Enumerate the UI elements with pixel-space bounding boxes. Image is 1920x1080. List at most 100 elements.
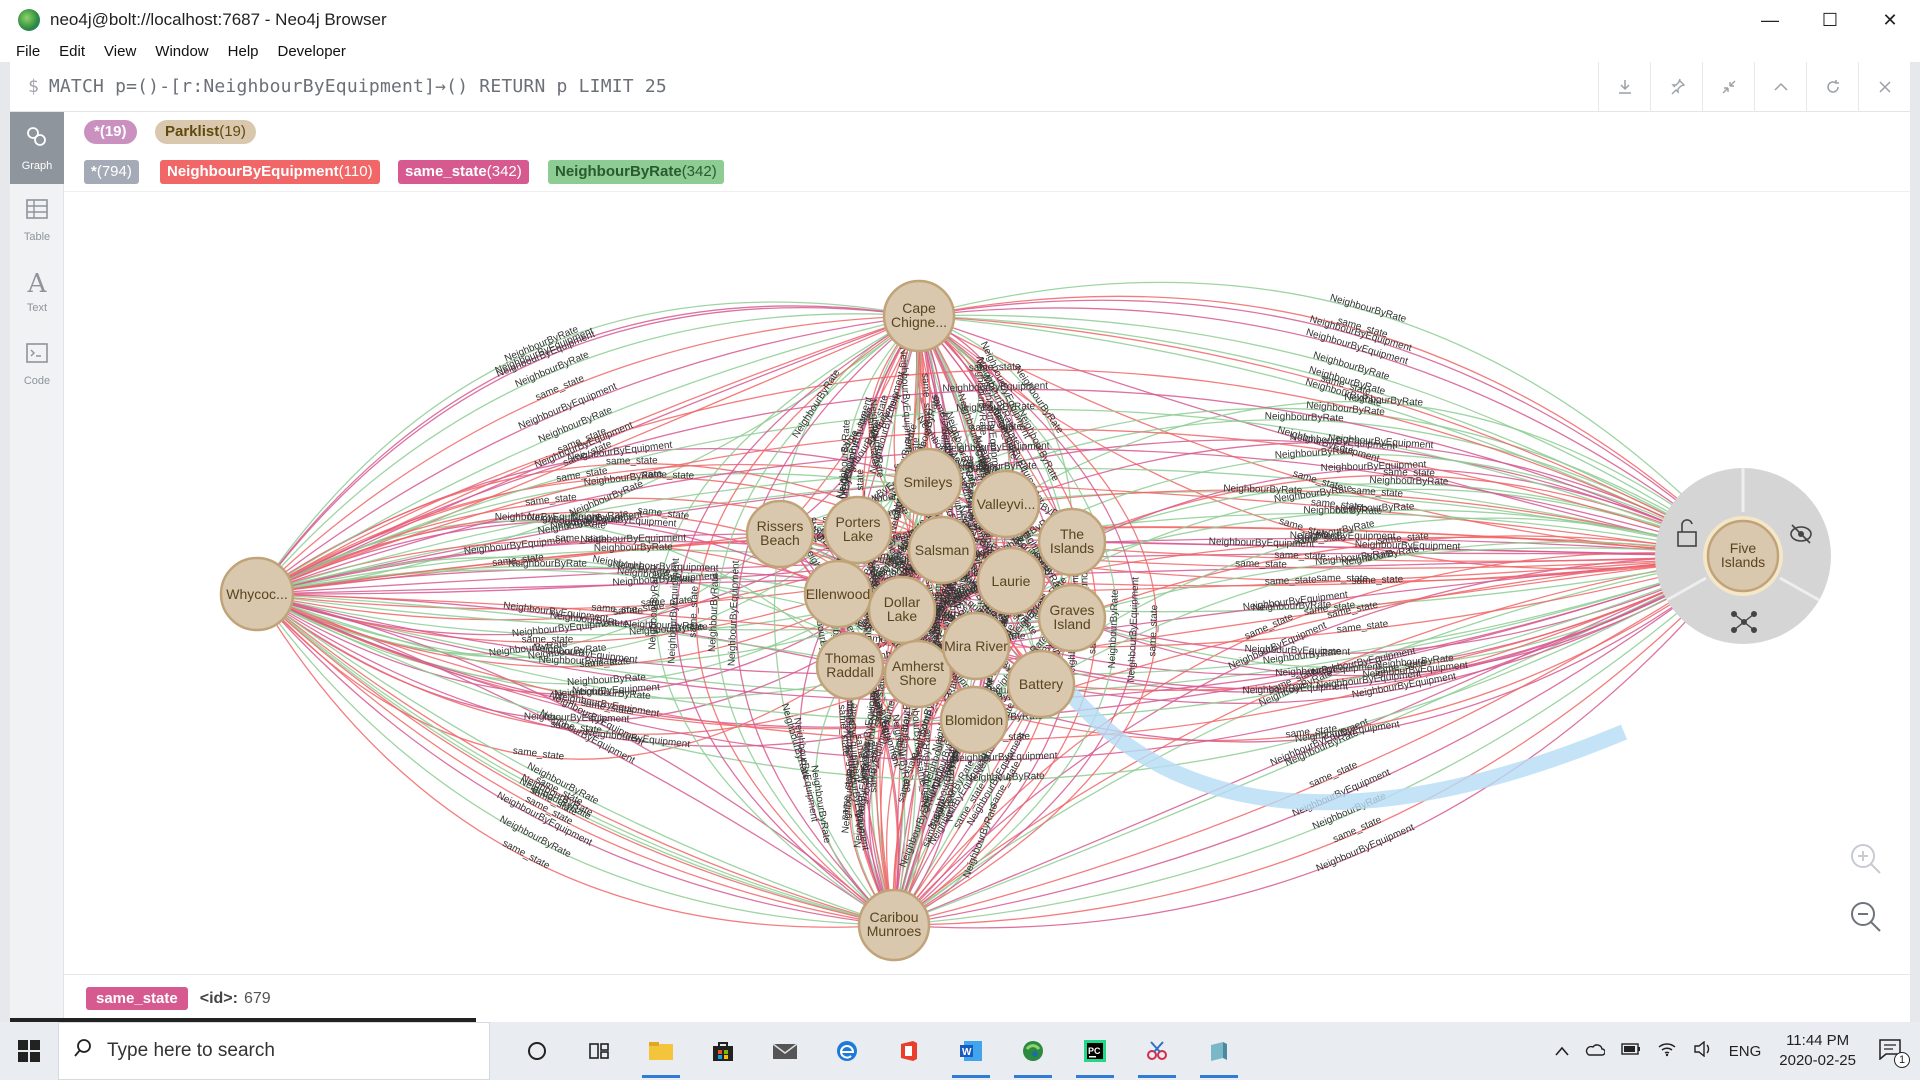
legend-node-parklist[interactable]: Parklist(19) (155, 120, 256, 144)
collapse-icon[interactable] (1702, 62, 1754, 112)
minimize-button[interactable]: — (1740, 0, 1800, 40)
relationship-labels-layer: same_state NeighbourByEquipment NeighbourB… (463, 292, 1468, 879)
taskbar-search-placeholder: Type here to search (107, 1040, 275, 1061)
graph-svg[interactable]: same_state NeighbourByEquipment NeighbourB… (64, 192, 1910, 974)
node-amherst[interactable]: AmherstShore (883, 639, 953, 709)
node-caption: Shore (899, 672, 937, 688)
mail-icon[interactable] (754, 1022, 816, 1080)
windows-start-icon[interactable] (0, 1022, 58, 1080)
node-caribou[interactable]: CaribouMunroes (857, 888, 931, 962)
show-hidden-icons-icon[interactable] (1555, 1043, 1569, 1060)
clock[interactable]: 11:44 PM 2020-02-25 (1779, 1031, 1856, 1071)
legend-rel-neighbourbyrate[interactable]: NeighbourByRate(342) (548, 160, 724, 184)
notification-center-icon[interactable]: 1 (1878, 1038, 1910, 1068)
task-view-icon[interactable] (568, 1022, 630, 1080)
relationship-label: same_state (1351, 574, 1403, 587)
legend-rel-neighbourbyequipment[interactable]: NeighbourByEquipment(110) (160, 160, 380, 184)
view-code-tab[interactable]: Code (10, 328, 64, 400)
zoom-in-icon[interactable] (1849, 842, 1899, 892)
legend-node-all[interactable]: *(19) (84, 120, 137, 144)
menu-window[interactable]: Window (155, 43, 208, 60)
node-thomas[interactable]: ThomasRaddall (815, 631, 885, 701)
zoom-out-icon[interactable] (1849, 900, 1899, 950)
volume-icon[interactable] (1693, 1040, 1713, 1061)
node-whycoc[interactable]: Whycoc... (219, 556, 295, 632)
node-caption: Blomidon (945, 712, 1003, 728)
relationship-label: same_state (555, 533, 607, 545)
query-text[interactable]: MATCH p=()-[r:NeighbourByEquipment]→() R… (49, 76, 667, 97)
relationship-label: NeighbourByRate (1107, 589, 1121, 669)
node-caption: Ellenwood (806, 586, 871, 602)
chevron-up-icon[interactable] (1754, 62, 1806, 112)
menu-view[interactable]: View (104, 43, 136, 60)
language-indicator[interactable]: ENG (1729, 1043, 1762, 1060)
onedrive-icon[interactable] (1585, 1042, 1606, 1060)
menu-edit[interactable]: Edit (59, 43, 85, 60)
view-text-tab[interactable]: A Text (10, 256, 64, 328)
relationship-label: NeighbourByRate (966, 771, 1046, 784)
node-graves[interactable]: GravesIsland (1037, 583, 1107, 653)
office-icon[interactable] (878, 1022, 940, 1080)
close-window-button[interactable]: ✕ (1860, 0, 1920, 40)
store-icon[interactable] (692, 1022, 754, 1080)
node-caption: Valleyvi... (977, 496, 1036, 512)
maximize-button[interactable]: ☐ (1800, 0, 1860, 40)
legend-rel-same-state[interactable]: same_state(342) (398, 160, 529, 184)
app-window-icon[interactable] (1188, 1022, 1250, 1080)
node-salsman[interactable]: Salsman (907, 515, 977, 585)
refresh-icon[interactable] (1806, 62, 1858, 112)
word-icon[interactable]: W (940, 1022, 1002, 1080)
menu-file[interactable]: File (16, 43, 40, 60)
edge-browser-icon[interactable] (816, 1022, 878, 1080)
file-explorer-icon[interactable] (630, 1022, 692, 1080)
close-icon[interactable] (1858, 62, 1910, 112)
relationship-label: same_state (1265, 574, 1318, 587)
selected-rel-type-tag[interactable]: same_state (86, 987, 188, 1010)
node-caption: Raddall (826, 664, 873, 680)
relationship-label: same_state (1336, 619, 1389, 636)
node-caption: Salsman (915, 542, 969, 558)
node-theislands[interactable]: TheIslands (1037, 507, 1107, 577)
graph-icon (25, 125, 49, 156)
query-editor[interactable]: $ MATCH p=()-[r:NeighbourByEquipment]→()… (10, 62, 1910, 112)
view-graph-tab[interactable]: Graph (10, 112, 64, 184)
snip-tool-icon[interactable] (1126, 1022, 1188, 1080)
menu-help[interactable]: Help (228, 43, 259, 60)
node-valley[interactable]: Valleyvi... (971, 469, 1041, 539)
node-caption: Munroes (867, 923, 921, 939)
wifi-icon[interactable] (1657, 1041, 1677, 1061)
node-cape[interactable]: CapeChigne... (882, 279, 956, 353)
cortana-icon[interactable] (506, 1022, 568, 1080)
pycharm-icon[interactable]: PC (1064, 1022, 1126, 1080)
clock-time: 11:44 PM (1786, 1032, 1850, 1049)
node-rissers[interactable]: RissersBeach (745, 499, 815, 569)
neo4j-taskbar-icon[interactable] (1002, 1022, 1064, 1080)
graph-canvas[interactable]: same_state NeighbourByEquipment NeighbourB… (64, 192, 1910, 974)
view-table-tab[interactable]: Table (10, 184, 64, 256)
node-porters[interactable]: PortersLake (823, 495, 893, 565)
clock-date: 2020-02-25 (1779, 1052, 1856, 1069)
node-laurie[interactable]: Laurie (976, 546, 1046, 616)
download-icon[interactable] (1598, 62, 1650, 112)
node-blomidon[interactable]: Blomidon (939, 685, 1009, 755)
battery-icon[interactable] (1621, 1042, 1641, 1060)
node-caption: Chigne... (891, 314, 947, 330)
relationship-label: NeighbourByRate (791, 367, 843, 440)
node-five[interactable]: FiveIslands (1706, 519, 1780, 593)
taskbar-search-box[interactable]: Type here to search (58, 1022, 490, 1080)
node-mira[interactable]: Mira River (941, 611, 1011, 681)
node-caption: Islands (1050, 540, 1094, 556)
relationship-label: same_state (642, 469, 694, 482)
node-smileys[interactable]: Smileys (893, 447, 963, 517)
pin-icon[interactable] (1650, 62, 1702, 112)
relationship-label: same_state (606, 455, 658, 467)
menu-developer[interactable]: Developer (278, 43, 346, 60)
node-caption: Lake (843, 528, 874, 544)
node-battery[interactable]: Battery (1006, 649, 1076, 719)
frame-left (0, 62, 10, 1022)
legend-rel-all[interactable]: *(794) (84, 160, 139, 184)
window-titlebar: neo4j@bolt://localhost:7687 - Neo4j Brow… (0, 0, 1920, 40)
property-value: 679 (243, 989, 271, 1007)
node-ellenwood[interactable]: Ellenwood (803, 559, 873, 629)
node-dollar[interactable]: DollarLake (867, 575, 937, 645)
